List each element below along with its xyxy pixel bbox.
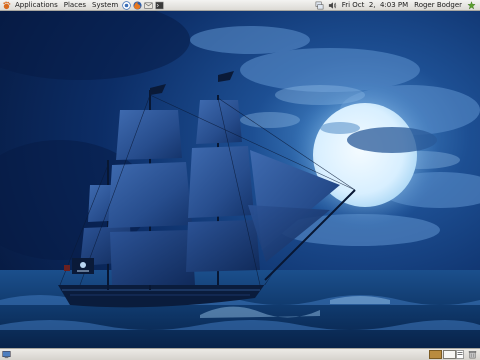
terminal-icon[interactable] [155, 1, 164, 10]
places-menu[interactable]: Places [61, 0, 89, 11]
desktop-wallpaper [0, 0, 480, 360]
top-panel-left: Applications Places System [2, 0, 165, 11]
top-panel: Applications Places System Fri Oct 2, 4:… [0, 0, 480, 11]
workspace-2[interactable] [443, 350, 456, 359]
firefox-icon[interactable] [133, 1, 142, 10]
desktop-screen: Applications Places System Fri Oct 2, 4:… [0, 0, 480, 360]
trash-icon[interactable] [468, 350, 477, 359]
clock[interactable]: Fri Oct 2, 4:03 PM [339, 0, 411, 11]
bottom-panel [0, 348, 480, 360]
gnome-foot-icon[interactable] [2, 1, 11, 10]
volume-icon[interactable] [328, 1, 337, 10]
user-switcher[interactable]: Roger Bodger [411, 0, 465, 11]
mail-icon[interactable] [144, 1, 153, 10]
system-menu[interactable]: System [89, 0, 121, 11]
applications-menu[interactable]: Applications [12, 0, 61, 11]
network-icon[interactable] [315, 1, 324, 10]
workspace-switcher-icon[interactable] [456, 350, 464, 359]
show-desktop-icon[interactable] [2, 350, 11, 359]
workspace-1[interactable] [429, 350, 442, 359]
top-panel-right: Fri Oct 2, 4:03 PM Roger Bodger [313, 0, 478, 11]
workspace-switcher [428, 350, 456, 359]
update-notifier-icon[interactable] [467, 1, 476, 10]
help-icon[interactable] [122, 1, 131, 10]
